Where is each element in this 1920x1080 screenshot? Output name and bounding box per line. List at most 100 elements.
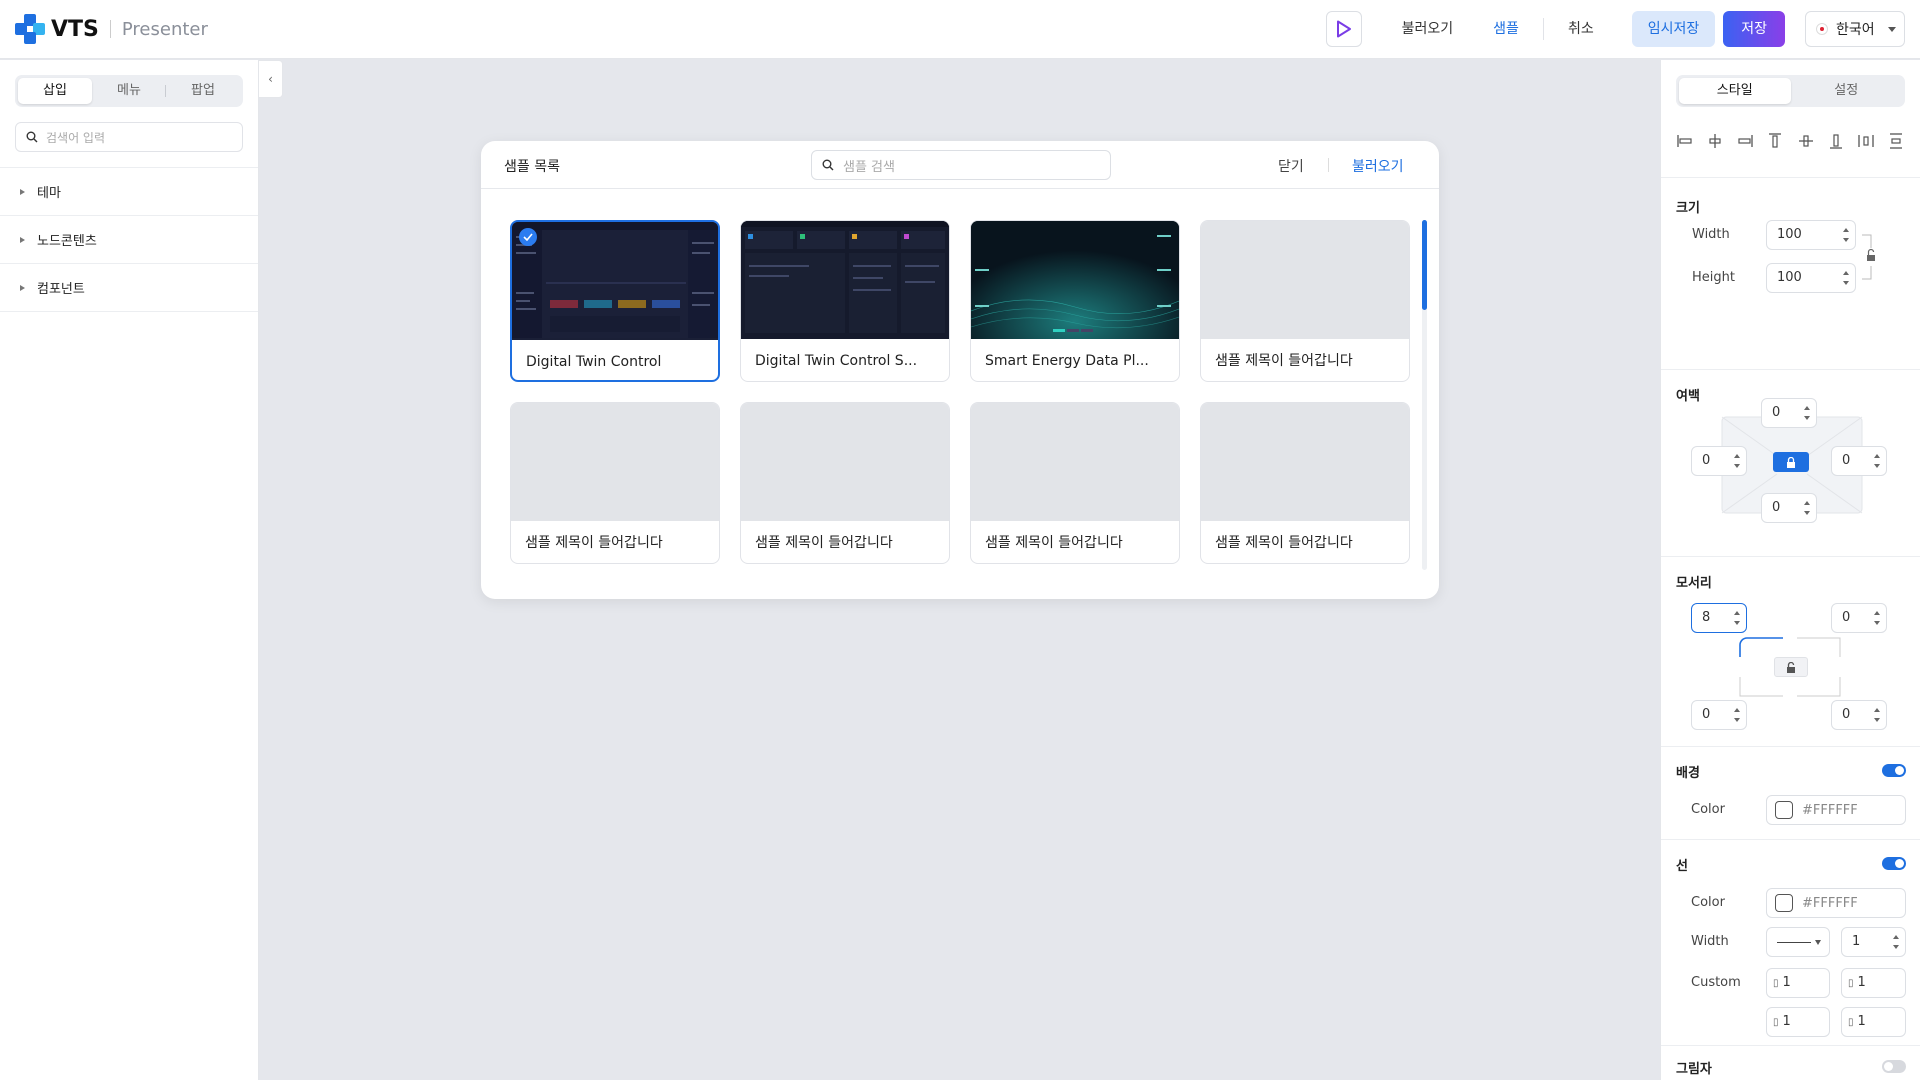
border-custom-left-input[interactable]: ▯ 1 (1766, 968, 1830, 998)
sample-card[interactable]: Digital Twin Control S... (740, 220, 950, 382)
corner-top-right-value: 0 (1842, 610, 1851, 625)
width-input[interactable]: 100 (1766, 220, 1856, 250)
corner-bottom-right-input[interactable]: 0 (1831, 700, 1887, 730)
border-custom-bottom-input[interactable]: ▯ 1 (1841, 1007, 1906, 1037)
tree-item-node-contents[interactable]: 노드콘텐츠 (0, 216, 258, 264)
tree-item-theme[interactable]: 테마 (0, 168, 258, 216)
section-title: 선 (1676, 859, 1688, 874)
sample-card-title: Smart Energy Data Pl... (985, 353, 1149, 369)
play-button[interactable] (1325, 11, 1362, 47)
border-style-select[interactable] (1766, 927, 1830, 957)
stepper-icon[interactable] (1734, 454, 1740, 468)
align-center-h-icon[interactable] (1706, 132, 1724, 150)
corner-top-right-input[interactable]: 0 (1831, 603, 1887, 633)
border-custom-label: Custom (1691, 975, 1741, 990)
corner-bottom-left-input[interactable]: 0 (1691, 700, 1747, 730)
border-width-input[interactable]: 1 (1841, 927, 1906, 957)
collapse-panel-button[interactable]: ‹ (259, 60, 283, 98)
stepper-icon[interactable] (1734, 611, 1740, 625)
border-custom-right-input[interactable]: ▯ 1 (1766, 1007, 1830, 1037)
corner-top-left-input[interactable]: 8 (1691, 603, 1747, 633)
height-input[interactable]: 100 (1766, 263, 1856, 293)
sample-card[interactable]: 샘플 제목이 들어갑니다 (970, 402, 1180, 564)
sample-card[interactable]: Digital Twin Control (510, 220, 720, 382)
border-custom-top-input[interactable]: ▯ 1 (1841, 968, 1906, 998)
border-color-value: #FFFFFF (1802, 895, 1858, 911)
padding-right-input[interactable]: 0 (1831, 446, 1887, 476)
sample-card[interactable]: 샘플 제목이 들어갑니다 (1200, 402, 1410, 564)
dashboard-preview-image (512, 222, 718, 338)
caret-right-icon (20, 236, 25, 243)
border-color-label: Color (1691, 895, 1725, 910)
align-right-icon[interactable] (1736, 132, 1754, 150)
sample-card[interactable]: 샘플 제목이 들어갑니다 (510, 402, 720, 564)
stepper-icon[interactable] (1893, 935, 1899, 949)
language-select[interactable]: 한국어 (1805, 11, 1905, 47)
stepper-icon[interactable] (1843, 271, 1849, 285)
cancel-button[interactable]: 취소 (1548, 11, 1614, 47)
stepper-icon[interactable] (1843, 228, 1849, 242)
sample-button[interactable]: 샘플 (1473, 11, 1539, 47)
background-color-input[interactable]: #FFFFFF (1766, 795, 1906, 825)
scrollbar-thumb[interactable] (1422, 220, 1427, 310)
tab-menu[interactable]: 메뉴 (92, 78, 166, 104)
stepper-icon[interactable] (1874, 454, 1880, 468)
padding-left-input[interactable]: 0 (1691, 446, 1747, 476)
lock-icon (1787, 456, 1795, 468)
sample-thumbnail (741, 221, 949, 339)
play-icon (1336, 20, 1351, 38)
stepper-icon[interactable] (1804, 501, 1810, 515)
distribute-horizontal-icon[interactable] (1857, 132, 1875, 150)
border-toggle[interactable] (1882, 857, 1906, 870)
padding-top-input[interactable]: 0 (1761, 398, 1817, 428)
tab-settings[interactable]: 설정 (1791, 78, 1903, 104)
background-color-value: #FFFFFF (1802, 802, 1858, 818)
distribute-vertical-icon[interactable] (1887, 132, 1905, 150)
tab-insert[interactable]: 삽입 (18, 78, 92, 104)
width-label: Width (1692, 227, 1730, 242)
background-toggle[interactable] (1882, 764, 1906, 777)
align-middle-v-icon[interactable] (1797, 132, 1815, 150)
aspect-lock-icon[interactable] (1861, 234, 1877, 280)
load-button[interactable]: 불러오기 (1382, 11, 1474, 47)
shadow-toggle[interactable] (1882, 1060, 1906, 1073)
sample-card-title: 샘플 제목이 들어갑니다 (985, 535, 1123, 551)
logo-text: VTS (51, 16, 99, 42)
background-color-label: Color (1691, 802, 1725, 817)
tree-item-component[interactable]: 컴포넌트 (0, 264, 258, 312)
stepper-icon[interactable] (1874, 708, 1880, 722)
shadow-section: 그림자 (1661, 1045, 1920, 1080)
align-top-icon[interactable] (1766, 132, 1784, 150)
color-swatch[interactable] (1775, 801, 1793, 819)
temp-save-button[interactable]: 임시저장 (1631, 11, 1716, 47)
sample-card-title: 샘플 제목이 들어갑니다 (1215, 353, 1353, 369)
section-title: 크기 (1676, 201, 1700, 216)
sample-card[interactable]: 샘플 제목이 들어갑니다 (740, 402, 950, 564)
align-left-icon[interactable] (1676, 132, 1694, 150)
width-value: 100 (1777, 227, 1802, 242)
align-bottom-icon[interactable] (1827, 132, 1845, 150)
tab-style[interactable]: 스타일 (1679, 78, 1791, 104)
sample-search-input[interactable]: 샘플 검색 (811, 150, 1111, 180)
vts-logo-icon (15, 14, 45, 44)
padding-bottom-input[interactable]: 0 (1761, 493, 1817, 523)
save-button[interactable]: 저장 (1723, 11, 1785, 47)
sample-thumbnail (971, 221, 1179, 339)
tab-popup[interactable]: 팝업 (166, 78, 240, 104)
chevron-left-icon: ‹ (268, 72, 273, 86)
modal-load-button[interactable]: 불러오기 (1352, 156, 1404, 176)
search-input[interactable]: 검색어 입력 (15, 122, 243, 152)
padding-lock-button[interactable] (1773, 452, 1809, 472)
modal-scrollbar[interactable] (1422, 220, 1427, 570)
stepper-icon[interactable] (1874, 611, 1880, 625)
stepper-icon[interactable] (1804, 406, 1810, 420)
border-color-input[interactable]: #FFFFFF (1766, 888, 1906, 918)
modal-close-button[interactable]: 닫기 (1278, 156, 1304, 176)
language-label: 한국어 (1836, 22, 1875, 38)
stepper-icon[interactable] (1734, 708, 1740, 722)
sample-card[interactable]: Smart Energy Data Pl... (970, 220, 1180, 382)
color-swatch[interactable] (1775, 894, 1793, 912)
corner-lock-button[interactable] (1774, 657, 1808, 677)
section-title: 모서리 (1676, 576, 1712, 591)
sample-card[interactable]: 샘플 제목이 들어갑니다 (1200, 220, 1410, 382)
